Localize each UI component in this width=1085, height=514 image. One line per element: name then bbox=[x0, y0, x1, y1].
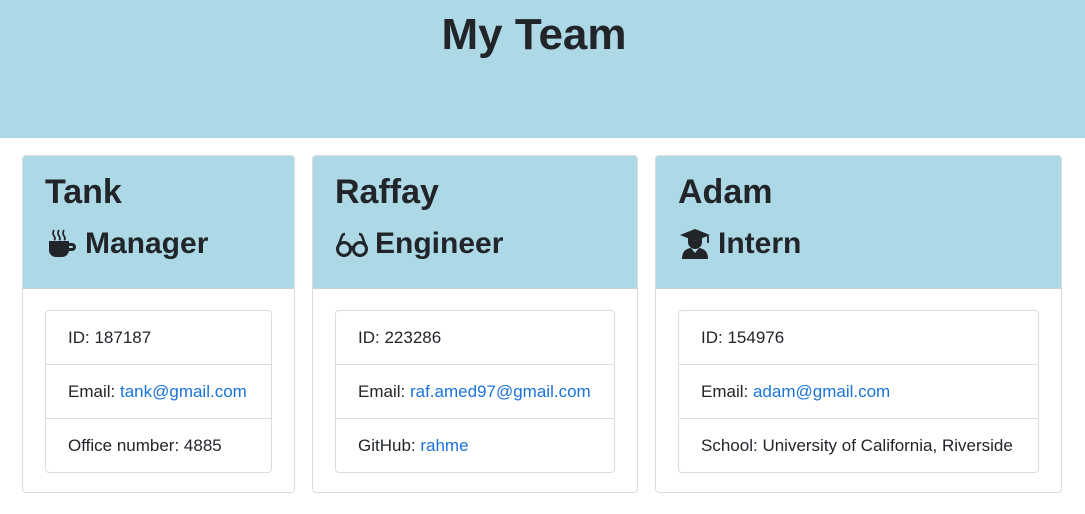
email-label: Email: bbox=[68, 382, 120, 401]
employee-office-number: Office number: 4885 bbox=[46, 419, 271, 472]
employee-email: Email: raf.amed97@gmail.com bbox=[336, 365, 614, 419]
id-value: 154976 bbox=[727, 328, 785, 347]
email-link[interactable]: raf.amed97@gmail.com bbox=[410, 382, 591, 401]
card-header: Raffay Engineer bbox=[313, 156, 637, 289]
employee-card-intern: Adam Intern ID: 154976 Email: adam@gmail… bbox=[655, 155, 1062, 493]
github-label: GitHub: bbox=[358, 436, 421, 455]
id-label: ID: bbox=[701, 328, 728, 347]
id-value: 187187 bbox=[94, 328, 152, 347]
glasses-icon bbox=[335, 227, 369, 261]
email-label: Email: bbox=[701, 382, 753, 401]
employee-role: Intern bbox=[678, 224, 801, 264]
employee-details-list: ID: 154976 Email: adam@gmail.com School:… bbox=[678, 310, 1039, 473]
coffee-icon bbox=[45, 227, 79, 261]
employee-card-manager: Tank Manager ID: 187187 Email: tank@gmai… bbox=[22, 155, 295, 493]
id-label: ID: bbox=[68, 328, 95, 347]
employee-role: Manager bbox=[45, 224, 208, 264]
employee-email: Email: tank@gmail.com bbox=[46, 365, 271, 419]
employee-id: ID: 154976 bbox=[679, 311, 1038, 365]
employee-github: GitHub: rahme bbox=[336, 419, 614, 472]
employee-card-engineer: Raffay Engineer ID: 223286 Email: raf.am… bbox=[312, 155, 638, 493]
school-label: School: bbox=[701, 436, 763, 455]
employee-school: School: University of California, Rivers… bbox=[679, 419, 1038, 472]
employee-details-list: ID: 187187 Email: tank@gmail.com Office … bbox=[45, 310, 272, 473]
employee-name: Tank bbox=[45, 173, 122, 211]
office-number-value: 4885 bbox=[183, 436, 222, 455]
id-label: ID: bbox=[358, 328, 385, 347]
employee-details-list: ID: 223286 Email: raf.amed97@gmail.com G… bbox=[335, 310, 615, 473]
employee-name: Adam bbox=[678, 173, 773, 211]
page-title: My Team bbox=[441, 10, 627, 59]
employee-id: ID: 223286 bbox=[336, 311, 614, 365]
employee-role: Engineer bbox=[335, 224, 503, 264]
employee-id: ID: 187187 bbox=[46, 311, 271, 365]
role-label: Engineer bbox=[375, 227, 504, 260]
office-number-label: Office number: bbox=[68, 436, 184, 455]
employee-email: Email: adam@gmail.com bbox=[679, 365, 1038, 419]
page-header: My Team bbox=[0, 0, 1085, 138]
card-header: Adam Intern bbox=[656, 156, 1061, 289]
role-label: Intern bbox=[718, 227, 802, 260]
email-link[interactable]: tank@gmail.com bbox=[120, 382, 247, 401]
card-header: Tank Manager bbox=[23, 156, 294, 289]
graduate-icon bbox=[678, 227, 712, 261]
github-link[interactable]: rahme bbox=[420, 436, 468, 455]
role-label: Manager bbox=[85, 227, 209, 260]
email-link[interactable]: adam@gmail.com bbox=[753, 382, 890, 401]
employee-name: Raffay bbox=[335, 173, 439, 211]
id-value: 223286 bbox=[384, 328, 442, 347]
email-label: Email: bbox=[358, 382, 410, 401]
school-value: University of California, Riverside bbox=[762, 436, 1013, 455]
